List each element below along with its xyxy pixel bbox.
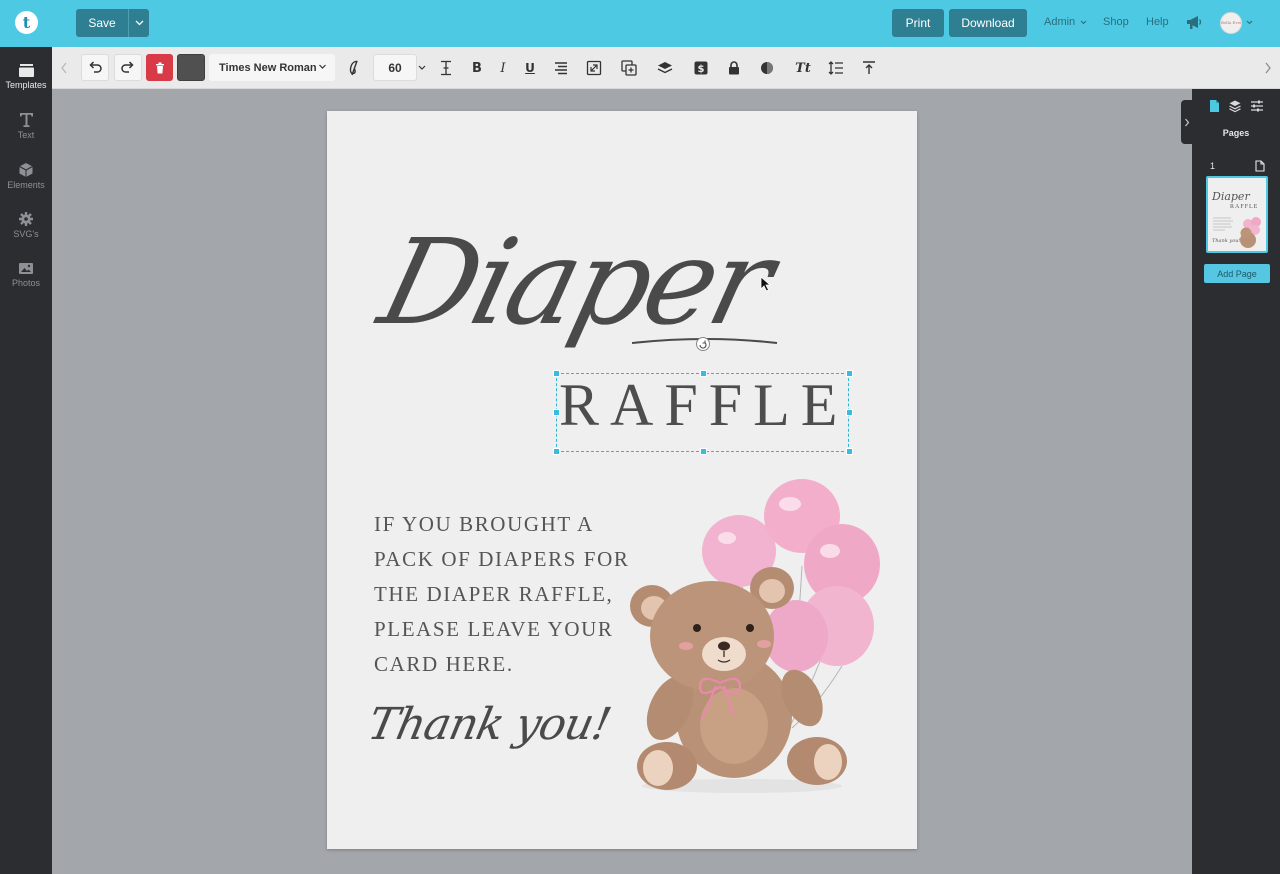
redo-button[interactable] <box>114 54 142 81</box>
elements-icon <box>19 163 33 177</box>
sidebar-item-templates[interactable]: Templates <box>0 63 52 90</box>
font-size-dropdown[interactable] <box>416 54 428 81</box>
mouse-cursor-icon <box>760 276 772 292</box>
body-line: IF YOU BROUGHT A <box>374 512 594 536</box>
scroll-left-icon[interactable] <box>58 60 70 76</box>
trash-icon <box>155 62 164 73</box>
chevron-right-icon <box>1185 118 1190 126</box>
format-toolbar: Times New Roman 60 B I U $ Tt <box>52 47 1280 89</box>
italic-button[interactable]: I <box>494 59 512 77</box>
settings-sliders-icon[interactable] <box>1250 99 1264 113</box>
app-logo[interactable]: t <box>15 11 38 34</box>
rotate-handle[interactable] <box>696 337 710 351</box>
sidebar-item-label: SVG's <box>13 229 39 239</box>
top-bar: t Save Print Download Admin Shop Help Be… <box>0 0 1280 47</box>
resize-handle[interactable] <box>553 448 560 455</box>
duplicate-icon[interactable] <box>620 59 638 77</box>
download-button[interactable]: Download <box>949 9 1027 37</box>
font-family-value: Times New Roman <box>219 61 317 74</box>
resize-handle[interactable] <box>553 370 560 377</box>
resize-handle[interactable] <box>846 448 853 455</box>
delete-button[interactable] <box>146 54 173 81</box>
left-sidebar: Templates Text Elements SVG's Photos <box>0 47 52 874</box>
svg-text:$: $ <box>698 64 705 75</box>
save-options-button[interactable] <box>128 9 149 37</box>
text-icon <box>19 113 33 127</box>
resize-handle[interactable] <box>553 409 560 416</box>
align-top-icon[interactable] <box>860 59 878 77</box>
svg-icon <box>19 212 33 226</box>
scroll-right-icon[interactable] <box>1262 60 1274 76</box>
nav-admin-label: Admin <box>1044 16 1076 28</box>
redo-icon <box>121 61 134 73</box>
pages-tab-icon[interactable] <box>1207 99 1221 113</box>
page-options-icon[interactable] <box>1255 160 1265 172</box>
save-button[interactable]: Save <box>76 9 128 37</box>
text-color-swatch[interactable] <box>177 54 205 81</box>
selection-box[interactable] <box>556 373 849 452</box>
chevron-down-icon <box>135 20 143 26</box>
svg-text:Diaper: Diaper <box>1211 190 1250 203</box>
sidebar-item-label: Templates <box>5 80 47 90</box>
undo-icon <box>89 61 102 73</box>
layers-icon[interactable] <box>656 59 674 77</box>
svg-text:Thank you!: Thank you! <box>1212 238 1240 244</box>
undo-button[interactable] <box>81 54 109 81</box>
nav-shop[interactable]: Shop <box>1103 16 1129 28</box>
signoff-text[interactable]: Thank you! <box>364 699 615 750</box>
design-page[interactable]: Diaper RAFFLE IF YOU BROUGHT A PACK OF D… <box>327 111 917 849</box>
megaphone-icon[interactable] <box>1186 14 1203 30</box>
body-line: CARD HERE. <box>374 652 514 676</box>
save-button-group: Save <box>76 9 149 37</box>
sidebar-item-elements[interactable]: Elements <box>0 162 52 190</box>
body-copy[interactable]: IF YOU BROUGHT A PACK OF DIAPERS FOR THE… <box>374 507 629 682</box>
chevron-down-icon <box>418 65 426 70</box>
sidebar-item-label: Photos <box>11 278 41 288</box>
chevron-down-icon[interactable] <box>1246 20 1253 25</box>
photos-icon <box>19 263 33 274</box>
resize-handle[interactable] <box>700 370 707 377</box>
templates-icon <box>18 64 34 77</box>
print-button[interactable]: Print <box>892 9 944 37</box>
resize-handle[interactable] <box>846 370 853 377</box>
teddy-bear-balloons-image[interactable] <box>612 476 892 796</box>
body-line: PLEASE LEAVE YOUR <box>374 617 614 641</box>
lock-icon[interactable] <box>725 59 743 77</box>
line-height-icon[interactable] <box>827 59 845 77</box>
resize-handle[interactable] <box>846 409 853 416</box>
nav-admin[interactable]: Admin <box>1044 16 1087 28</box>
price-tag-icon[interactable]: $ <box>692 59 710 77</box>
chevron-down-icon <box>319 64 326 69</box>
chevron-down-icon <box>1080 20 1087 24</box>
text-case-button[interactable]: Tt <box>792 59 814 77</box>
underline-button[interactable]: U <box>521 59 539 77</box>
font-style-icon[interactable] <box>345 59 363 77</box>
right-panel: Pages 1 Diaper RAFFLE Thank you! Add Pag… <box>1192 89 1280 874</box>
bold-button[interactable]: B <box>468 59 486 77</box>
page-thumbnail[interactable]: Diaper RAFFLE Thank you! <box>1206 176 1268 253</box>
font-family-select[interactable]: Times New Roman <box>209 54 335 81</box>
avatar[interactable]: Bella Event <box>1220 12 1242 34</box>
body-line: THE DIAPER RAFFLE, <box>374 582 614 606</box>
sidebar-item-text[interactable]: Text <box>0 111 52 140</box>
align-right-icon[interactable] <box>552 59 570 77</box>
rotate-icon <box>699 340 707 349</box>
body-line: PACK OF DIAPERS FOR <box>374 547 630 571</box>
font-size-input[interactable]: 60 <box>373 54 417 81</box>
opacity-icon[interactable] <box>758 59 776 77</box>
page-number: 1 <box>1210 161 1216 171</box>
sidebar-item-photos[interactable]: Photos <box>0 261 52 288</box>
sidebar-item-svgs[interactable]: SVG's <box>0 211 52 239</box>
add-page-button[interactable]: Add Page <box>1204 264 1270 283</box>
svg-text:RAFFLE: RAFFLE <box>1230 204 1258 210</box>
resize-handle[interactable] <box>700 448 707 455</box>
sidebar-item-label: Text <box>17 130 35 140</box>
sidebar-item-label: Elements <box>7 180 45 190</box>
page-thumbnail-preview: Diaper RAFFLE Thank you! <box>1211 190 1261 248</box>
panel-title: Pages <box>1222 128 1250 138</box>
resize-icon[interactable] <box>585 59 603 77</box>
nav-help[interactable]: Help <box>1146 16 1169 28</box>
text-height-icon[interactable] <box>437 59 455 77</box>
layers-tab-icon[interactable] <box>1228 99 1242 113</box>
